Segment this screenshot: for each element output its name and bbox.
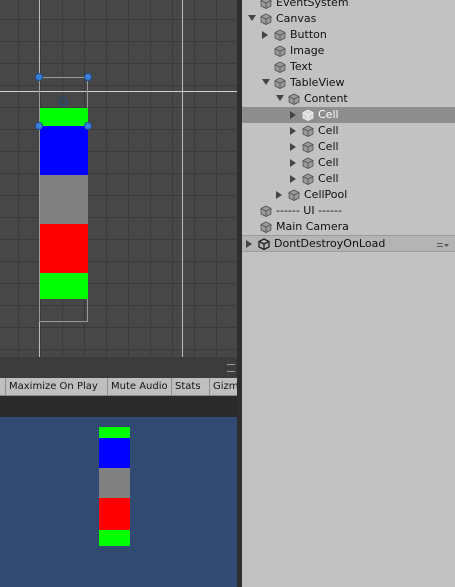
hierarchy-item[interactable]: Cell [242, 171, 455, 187]
hierarchy-item[interactable]: Canvas [242, 11, 455, 27]
canvas-guide-right [182, 0, 183, 357]
foldout-collapsed-icon[interactable] [290, 143, 296, 151]
hierarchy-item[interactable]: CellPool [242, 187, 455, 203]
pivot-handle[interactable] [59, 97, 68, 106]
hierarchy-item-label: Text [290, 60, 313, 73]
game-cell-green [99, 427, 130, 438]
maximize-on-play-button[interactable]: Maximize On Play [5, 378, 107, 395]
foldout-expanded-icon[interactable] [262, 79, 270, 85]
gameobject-cube-icon [302, 173, 314, 185]
foldout-expanded-icon[interactable] [248, 15, 256, 21]
hierarchy-item[interactable]: TableView [242, 75, 455, 91]
gameobject-cube-icon [260, 205, 272, 217]
gameobject-cube-icon [274, 77, 286, 89]
hierarchy-item[interactable]: Content [242, 91, 455, 107]
hierarchy-item-label: EventSystem [276, 0, 349, 9]
rect-handle-bottom-left[interactable] [35, 122, 43, 130]
hierarchy-item-label: Cell [318, 124, 339, 137]
gameobject-cube-icon [274, 45, 286, 57]
foldout-collapsed-icon[interactable] [262, 31, 268, 39]
canvas-guide-top [0, 91, 237, 92]
gameobject-cube-icon [260, 13, 272, 25]
scene-cells [40, 108, 88, 300]
foldout-collapsed-icon[interactable] [290, 159, 296, 167]
hierarchy-item[interactable]: Cell [242, 107, 455, 123]
game-cell-green-2 [99, 530, 130, 546]
foldout-collapsed-icon[interactable] [290, 175, 296, 183]
hierarchy-item[interactable]: EventSystem [242, 0, 455, 11]
hierarchy-item-label: Cell [318, 108, 339, 121]
gameobject-cube-icon [260, 0, 272, 9]
gameobject-cube-icon [302, 109, 314, 121]
hierarchy-item[interactable]: Cell [242, 123, 455, 139]
game-cell-red [99, 498, 130, 530]
hierarchy-item[interactable]: Text [242, 59, 455, 75]
panel-menu-icon[interactable] [227, 364, 235, 372]
hierarchy-item[interactable]: Button [242, 27, 455, 43]
game-toolbar: Maximize On Play Mute Audio Stats Gizmos [0, 378, 237, 396]
scene-cell-blue[interactable] [40, 126, 88, 175]
scene-options-menu-icon[interactable] [437, 240, 449, 248]
gizmos-button[interactable]: Gizmos [209, 378, 237, 395]
hierarchy-item-label: Canvas [276, 12, 317, 25]
hierarchy-item[interactable]: Cell [242, 139, 455, 155]
hierarchy-item-label: Cell [318, 140, 339, 153]
hierarchy-item-label: Content [304, 92, 348, 105]
game-cell-gray [99, 468, 130, 498]
panel-splitter[interactable] [0, 357, 237, 378]
hierarchy-panel: EventSystem Canvas Button Image Text TableVie… [242, 0, 455, 587]
game-view-letterbox [0, 396, 237, 417]
hierarchy-item-label: CellPool [304, 188, 348, 201]
gameobject-cube-icon [274, 61, 286, 73]
foldout-collapsed-icon[interactable] [246, 240, 252, 248]
stats-button[interactable]: Stats [171, 378, 209, 395]
hierarchy-item-label: Main Camera [276, 220, 349, 233]
hierarchy-item-label: Button [290, 28, 327, 41]
hierarchy-item-label: Cell [318, 172, 339, 185]
rect-handle-bottom-right[interactable] [84, 122, 92, 130]
gameobject-cube-icon [302, 157, 314, 169]
scene-cell-gray[interactable] [40, 175, 88, 224]
gameobject-cube-icon [288, 93, 300, 105]
unity-logo-icon [258, 238, 270, 251]
hierarchy-item[interactable]: Main Camera [242, 219, 455, 235]
scene-view[interactable] [0, 0, 237, 357]
foldout-expanded-icon[interactable] [276, 95, 284, 101]
game-view[interactable] [0, 417, 237, 587]
game-cell-blue [99, 438, 130, 468]
hierarchy-item[interactable]: ------ UI ------ [242, 203, 455, 219]
hierarchy-item-label: ------ UI ------ [276, 204, 342, 217]
gameobject-cube-icon [302, 141, 314, 153]
hierarchy-item[interactable]: Cell [242, 155, 455, 171]
rect-handle-top-right[interactable] [84, 73, 92, 81]
gameobject-cube-icon [260, 221, 272, 233]
gameobject-cube-icon [288, 189, 300, 201]
game-cells [99, 427, 130, 546]
scene-header-label: DontDestroyOnLoad [274, 237, 386, 250]
hierarchy-item-label: Cell [318, 156, 339, 169]
hierarchy-item[interactable]: Image [242, 43, 455, 59]
scene-cell-green[interactable] [40, 108, 88, 126]
mute-audio-button[interactable]: Mute Audio [107, 378, 171, 395]
gameobject-cube-icon [274, 29, 286, 41]
rect-handle-top-left[interactable] [35, 73, 43, 81]
foldout-collapsed-icon[interactable] [290, 111, 296, 119]
hierarchy-item-label: Image [290, 44, 325, 57]
scene-cell-red[interactable] [40, 224, 88, 273]
gameobject-cube-icon [302, 125, 314, 137]
foldout-collapsed-icon[interactable] [290, 127, 296, 135]
hierarchy-item-label: TableView [290, 76, 345, 89]
foldout-collapsed-icon[interactable] [276, 191, 282, 199]
scene-header-dontdestroyonload[interactable]: DontDestroyOnLoad [242, 235, 455, 252]
scene-cell-green-2[interactable] [40, 273, 88, 299]
